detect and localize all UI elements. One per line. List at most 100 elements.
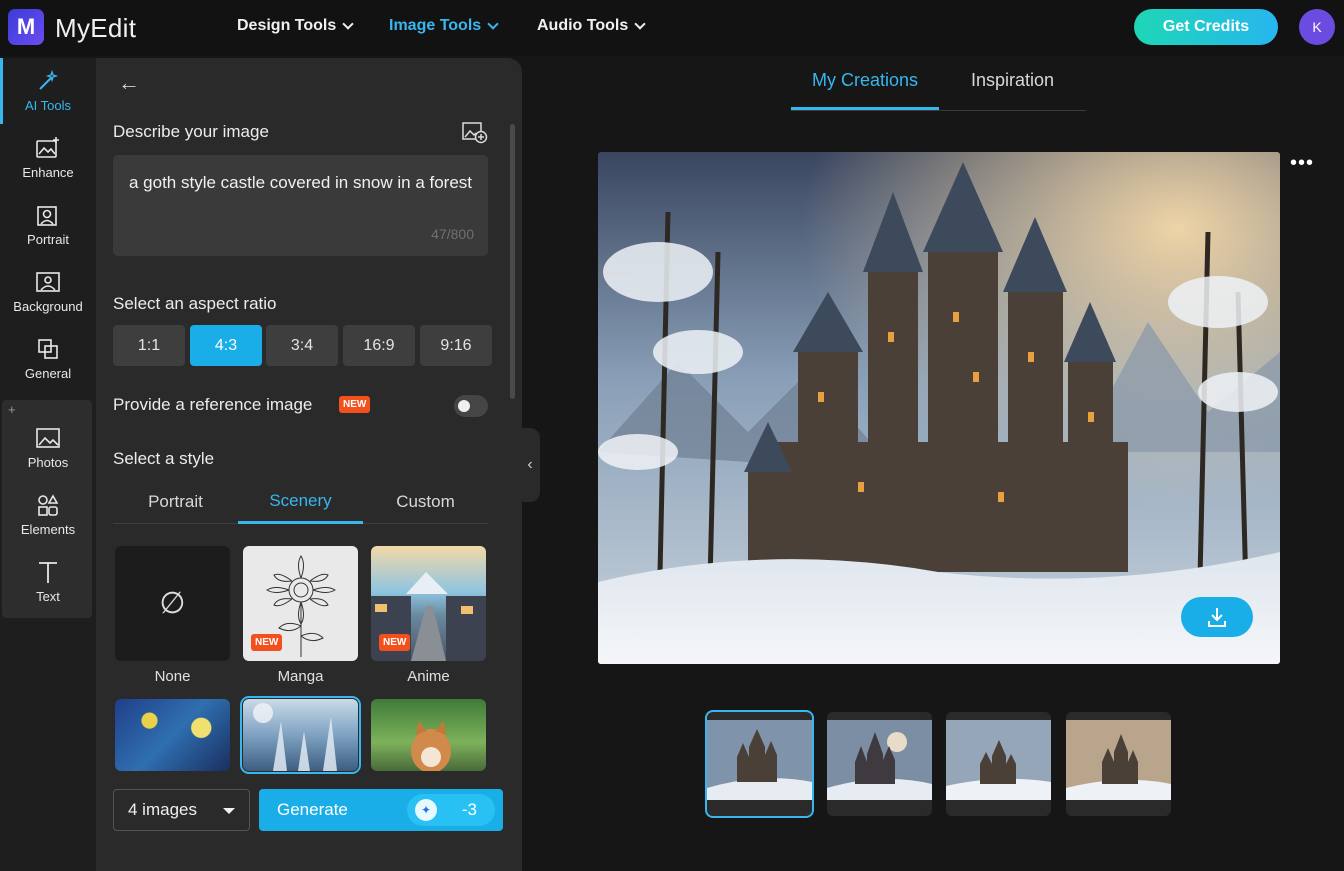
new-badge: NEW (339, 396, 371, 413)
nav-image-tools[interactable]: Image Tools (389, 17, 499, 35)
ratio-9-16[interactable]: 9:16 (420, 325, 492, 366)
download-button[interactable] (1181, 597, 1253, 637)
panel-scrollbar[interactable] (510, 124, 515, 399)
image-count-value: 4 images (128, 800, 197, 819)
ratio-4-3[interactable]: 4:3 (190, 325, 262, 366)
credit-gem-icon: ✦ (415, 799, 437, 821)
char-count: 47/800 (431, 226, 474, 242)
rail-item-label: Enhance (22, 164, 74, 180)
rail-item-general[interactable]: General (0, 326, 96, 392)
more-options-icon[interactable]: ••• (1290, 152, 1314, 175)
style-label-none: None (154, 668, 191, 685)
describe-label: Describe your image (113, 122, 269, 141)
nav-design-tools[interactable]: Design Tools (237, 17, 354, 35)
thumbnail-castle-image (827, 720, 932, 800)
nav-audio-tools-label: Audio Tools (537, 17, 629, 34)
tabs-divider (791, 110, 1086, 111)
chevron-down-icon (342, 18, 354, 30)
generate-button[interactable]: Generate ✦ -3 (259, 789, 503, 831)
credit-cost-value: -3 (461, 800, 477, 819)
new-badge: NEW (251, 634, 283, 651)
style-tile-fantasy[interactable] (240, 696, 361, 774)
portrait-icon (36, 204, 60, 226)
style-tile-none[interactable]: ∅ (115, 546, 230, 661)
tab-custom[interactable]: Custom (363, 480, 488, 524)
crystal-spires-thumbnail (253, 703, 337, 771)
generate-label: Generate (277, 800, 348, 819)
aspect-ratio-label: Select an aspect ratio (113, 294, 277, 313)
add-image-icon[interactable] (462, 122, 488, 144)
thumbnail-castle-image (946, 720, 1051, 800)
background-icon (36, 271, 60, 293)
ai-settings-panel: ← Describe your image a goth style castl… (96, 58, 522, 871)
rail-item-photos[interactable]: Photos (0, 415, 96, 481)
collapse-panel-button[interactable]: ‹ (520, 428, 540, 502)
rail-item-label: Photos (27, 454, 69, 470)
chevron-down-icon (634, 18, 646, 30)
generated-image-preview[interactable] (598, 152, 1280, 664)
prompt-text: a goth style castle covered in snow in a… (129, 173, 473, 192)
ratio-3-4[interactable]: 3:4 (266, 325, 338, 366)
elements-icon (36, 493, 60, 516)
rail-item-label: Portrait (27, 231, 69, 247)
style-label-anime: Anime (407, 668, 450, 685)
text-icon (36, 561, 60, 583)
image-enhance-icon (36, 136, 60, 159)
result-thumbnail[interactable] (1066, 712, 1171, 816)
no-style-icon: ∅ (159, 587, 186, 620)
avatar[interactable]: K (1299, 9, 1335, 45)
top-bar: M MyEdit Design Tools Image Tools Audio … (0, 0, 1344, 56)
style-label-manga: Manga (277, 668, 324, 685)
get-credits-button[interactable]: Get Credits (1134, 9, 1278, 45)
style-tabs: Portrait Scenery Custom (113, 480, 488, 524)
rail-item-portrait[interactable]: Portrait (0, 192, 96, 258)
tab-inspiration[interactable]: Inspiration (939, 70, 1086, 110)
reference-image-toggle[interactable] (454, 395, 488, 417)
result-thumbnail[interactable] (946, 712, 1051, 816)
rail-item-label: Text (36, 588, 60, 604)
style-tile-photoreal[interactable] (371, 699, 486, 771)
rail-item-enhance[interactable]: Enhance (0, 125, 96, 191)
nav-audio-tools[interactable]: Audio Tools (537, 17, 646, 35)
tab-my-creations[interactable]: My Creations (791, 70, 939, 110)
rail-item-text[interactable]: Text (0, 549, 96, 615)
credit-cost: ✦ -3 (407, 794, 495, 826)
download-icon (1208, 608, 1226, 627)
back-arrow-icon[interactable]: ← (118, 70, 140, 96)
nav-design-tools-label: Design Tools (237, 17, 337, 34)
new-badge: NEW (379, 634, 411, 651)
general-icon (36, 338, 60, 360)
style-tile-anime[interactable]: NEW (371, 546, 486, 661)
reference-image-label: Provide a reference image (113, 395, 313, 414)
result-thumbnail[interactable] (827, 712, 932, 816)
style-label: Select a style (113, 449, 215, 468)
nav-image-tools-label: Image Tools (389, 17, 482, 34)
thumbnail-castle-image (707, 720, 812, 800)
shiba-dog-thumbnail (411, 721, 451, 771)
rail-item-background[interactable]: Background (0, 259, 96, 325)
rail-item-label: General (24, 365, 72, 381)
castle-image (598, 152, 1280, 664)
ratio-16-9[interactable]: 16:9 (343, 325, 415, 366)
brand-name[interactable]: MyEdit (55, 13, 136, 44)
chevron-down-icon (487, 18, 499, 30)
tab-scenery[interactable]: Scenery (238, 480, 363, 524)
photos-icon (36, 427, 60, 449)
myedit-logo-icon[interactable]: M (8, 9, 44, 45)
tool-rail: + AI Tools Enhance Portrait Background G… (0, 58, 96, 871)
rail-item-elements[interactable]: Elements (0, 482, 96, 548)
prompt-input[interactable]: a goth style castle covered in snow in a… (113, 155, 488, 256)
rail-item-label: Elements (20, 521, 76, 537)
image-count-select[interactable]: 4 images (113, 789, 250, 831)
rail-item-ai-tools[interactable]: AI Tools (0, 58, 96, 124)
ratio-1-1[interactable]: 1:1 (113, 325, 185, 366)
caret-down-icon (223, 808, 235, 814)
rail-item-label: Background (13, 298, 83, 314)
toggle-knob (458, 400, 470, 412)
style-tile-manga[interactable]: NEW (243, 546, 358, 661)
tab-portrait[interactable]: Portrait (113, 480, 238, 524)
result-thumbnail[interactable] (705, 710, 814, 818)
magic-wand-icon (36, 69, 60, 92)
thumbnail-castle-image (1066, 720, 1171, 800)
style-tile-starry[interactable] (115, 699, 230, 771)
